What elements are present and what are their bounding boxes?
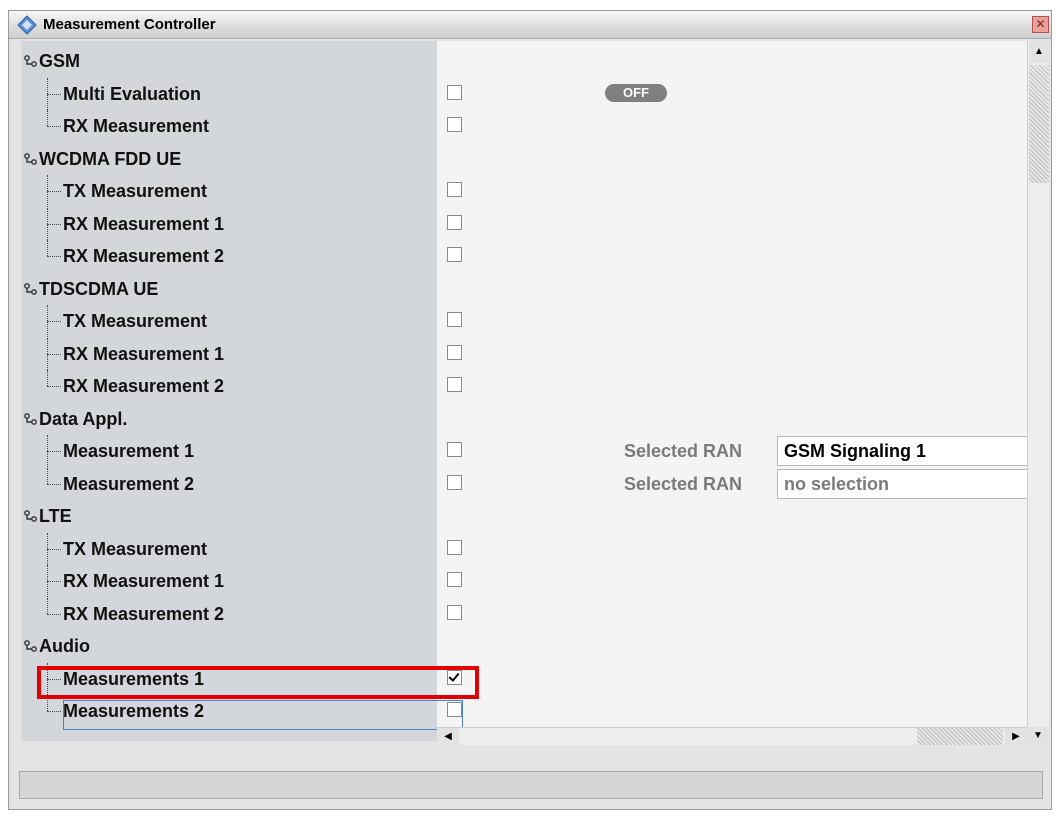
tree-connector [47,110,48,126]
tree-connector [47,483,61,485]
horizontal-scroll-thumb[interactable] [917,728,1003,745]
tree-item-label: RX Measurement 1 [63,213,225,234]
tree-item-label: TX Measurement [63,538,208,559]
tree-item[interactable]: Measurement 2 Selected RAN no selection [21,467,1031,500]
tree-connector [47,711,61,712]
tree-group[interactable]: LTE [21,500,1031,532]
measurement-controller-window: Measurement Controller ✕ GSM Multi Evalua… [8,10,1052,810]
tree-item[interactable]: Multi Evaluation OFF [21,77,1031,110]
tree-node-icon[interactable] [22,282,38,298]
tree-connector [47,126,61,127]
tree-item[interactable]: RX Measurement [21,110,1031,142]
tree-node-icon[interactable] [22,412,38,428]
enable-checkbox[interactable] [447,442,462,457]
tree-group-label: LTE [39,506,72,526]
tree-connector [47,548,61,550]
tree-item-label: RX Measurement 1 [63,343,225,364]
tree-item[interactable]: TX Measurement [21,305,1031,337]
tree-item[interactable]: RX Measurement 1 [21,207,1031,240]
close-icon[interactable]: ✕ [1032,16,1049,33]
enable-checkbox[interactable] [447,214,462,230]
tree-item-label: Measurement 1 [63,441,195,461]
tree-item[interactable]: RX Measurement 2 [21,240,1031,272]
enable-checkbox[interactable] [447,117,462,132]
tree-group[interactable]: WCDMA FDD UE [21,143,1031,175]
tree-item[interactable]: RX Measurement 2 [21,370,1031,402]
enable-checkbox[interactable] [447,474,462,490]
enable-checkbox[interactable] [447,84,462,100]
tree-connector [47,256,61,257]
tree-item[interactable]: Measurement 1 Selected RAN GSM Signaling 1 [21,435,1031,467]
tree-item-label: RX Measurement 2 [63,376,225,396]
tree-group-label: Data Appl. [39,408,128,429]
scroll-left-icon[interactable]: ◀ [437,728,459,745]
tree-item-label: RX Measurement [63,116,210,136]
scroll-right-icon[interactable]: ▶ [1005,728,1027,745]
tree-node-icon[interactable] [22,509,38,525]
vertical-scrollbar[interactable]: ▲ [1027,41,1049,741]
selected-ran-label: Selected RAN [624,473,743,494]
enable-checkbox[interactable] [447,182,462,197]
tree-group-label: Audio [39,636,90,656]
tree-group[interactable]: GSM [21,45,1031,77]
tree-connector [47,613,61,615]
focus-indicator [63,700,463,730]
tree-group[interactable]: Audio [21,630,1031,662]
tree-item[interactable]: TX Measurement [21,175,1031,207]
selected-ran-label: Selected RAN [624,441,743,461]
tree-connector [47,581,61,582]
window-title: Measurement Controller [43,16,216,33]
app-logo-icon [17,15,37,35]
vertical-scroll-thumb[interactable] [1029,65,1049,183]
enable-checkbox[interactable] [447,604,462,620]
tree-item-label: RX Measurement 2 [63,246,225,266]
tree-item-label: TX Measurement [63,181,208,201]
tree-connector [47,321,61,322]
tree-connector [47,597,48,614]
tree-connector [47,93,61,95]
tree-item[interactable]: RX Measurement 2 [21,597,1031,630]
highlight-annotation [37,666,479,699]
tree-group[interactable]: Data Appl. [21,403,1031,435]
selected-ran-field[interactable]: no selection [777,468,1031,499]
tree-group[interactable]: TDSCDMA UE [21,273,1031,305]
tree-item-label: TX Measurement [63,311,208,331]
horizontal-scrollbar[interactable]: ◀ ▶ [437,727,1027,745]
enable-checkbox[interactable] [447,377,462,392]
tree-connector [47,240,48,256]
tree-item-label: RX Measurement 2 [63,603,225,624]
tree-item-label: Measurement 2 [63,473,195,494]
tree-connector [47,451,61,452]
tree-group-label: TDSCDMA UE [39,278,159,299]
tree-group-label: WCDMA FDD UE [39,148,182,169]
status-bar [19,771,1043,799]
tree-connector [47,386,61,387]
scroll-down-icon[interactable]: ▼ [1027,727,1049,745]
enable-checkbox[interactable] [447,247,462,262]
tree-connector [47,370,48,386]
tree-item[interactable]: TX Measurement [21,532,1031,565]
enable-checkbox[interactable] [447,572,462,587]
tree-node-icon[interactable] [22,152,38,168]
tree-item-label: RX Measurement 1 [63,571,225,591]
state-toggle[interactable]: OFF [605,83,667,102]
tree-connector [47,353,61,355]
tree-item[interactable]: RX Measurement 1 [21,565,1031,597]
scroll-up-icon[interactable]: ▲ [1029,41,1049,63]
tree-node-icon[interactable] [22,54,38,70]
title-bar[interactable]: Measurement Controller ✕ [9,11,1051,39]
tree-connector [47,467,48,484]
tree-connector [47,191,61,192]
tree-item-label: Multi Evaluation [63,83,202,104]
enable-checkbox[interactable] [447,344,462,360]
tree-node-icon[interactable] [22,639,38,655]
tree-group-label: GSM [39,51,81,71]
selected-ran-field[interactable]: GSM Signaling 1 [777,436,1031,466]
enable-checkbox[interactable] [447,539,462,555]
enable-checkbox[interactable] [447,312,462,327]
tree-item[interactable]: RX Measurement 1 [21,337,1031,370]
tree-connector [47,223,61,225]
